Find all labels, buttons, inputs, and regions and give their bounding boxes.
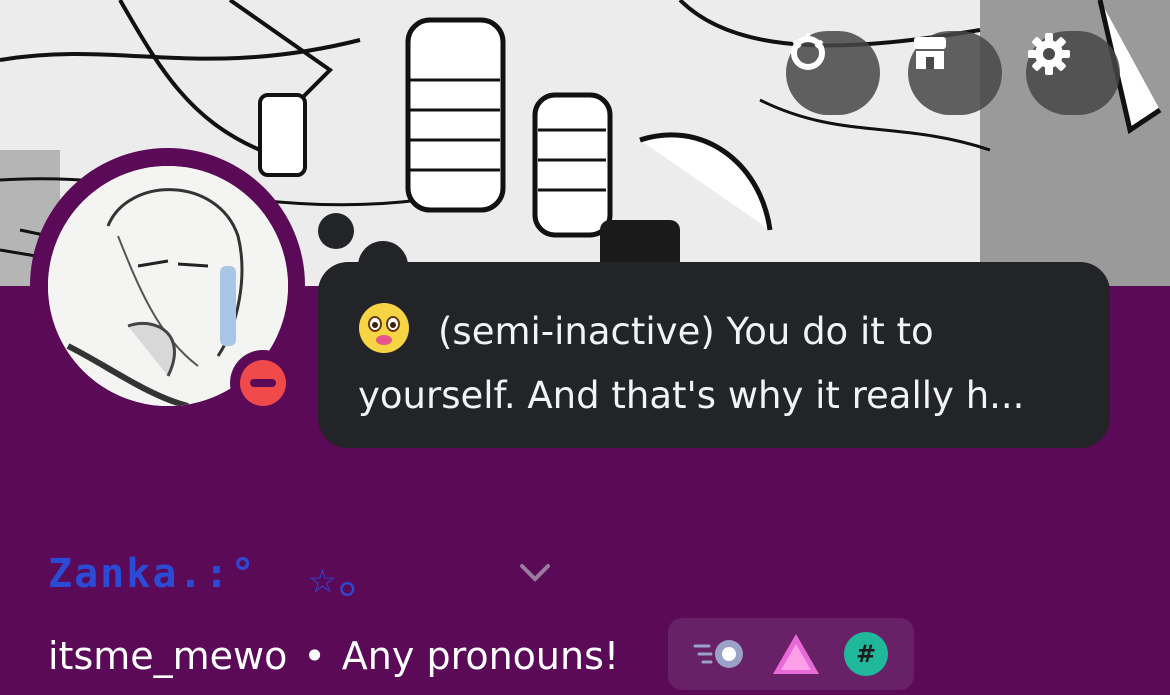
display-name-decoration: ☆。 [308, 550, 387, 604]
svg-text:#: # [856, 640, 876, 668]
custom-status-text-line1: (semi-inactive) You do it to [438, 310, 934, 353]
display-name[interactable]: Zanka.:° ☆。 [48, 534, 386, 614]
dnd-status-indicator [230, 350, 296, 416]
custom-status-text-line2: yourself. And that's why it really h... [358, 374, 1025, 417]
badge-container: # [668, 618, 914, 690]
display-name-text: Zanka.:° [48, 551, 257, 597]
settings-button[interactable] [1026, 31, 1120, 115]
hashtag-badge-icon[interactable]: # [843, 631, 889, 677]
chevron-down-icon[interactable] [518, 562, 552, 584]
blushing-face-emoji-icon [358, 302, 410, 354]
gear-icon [1028, 33, 1070, 75]
separator-dot: • [303, 634, 326, 678]
hypesquad-triangle-badge-icon[interactable] [771, 632, 821, 676]
nitro-badge-button[interactable] [786, 31, 880, 115]
nitro-speed-badge-icon[interactable] [693, 634, 749, 674]
custom-status-bubble[interactable]: (semi-inactive) You do it to yourself. A… [318, 262, 1110, 448]
laurel-badge-icon [791, 33, 825, 70]
username[interactable]: itsme_mewo [48, 634, 287, 678]
thought-bubble-dot-small [318, 213, 354, 249]
username-line: itsme_mewo • Any pronouns! [48, 628, 619, 684]
pronouns: Any pronouns! [341, 634, 620, 678]
shop-button[interactable] [908, 31, 1002, 115]
shop-icon [914, 37, 946, 69]
